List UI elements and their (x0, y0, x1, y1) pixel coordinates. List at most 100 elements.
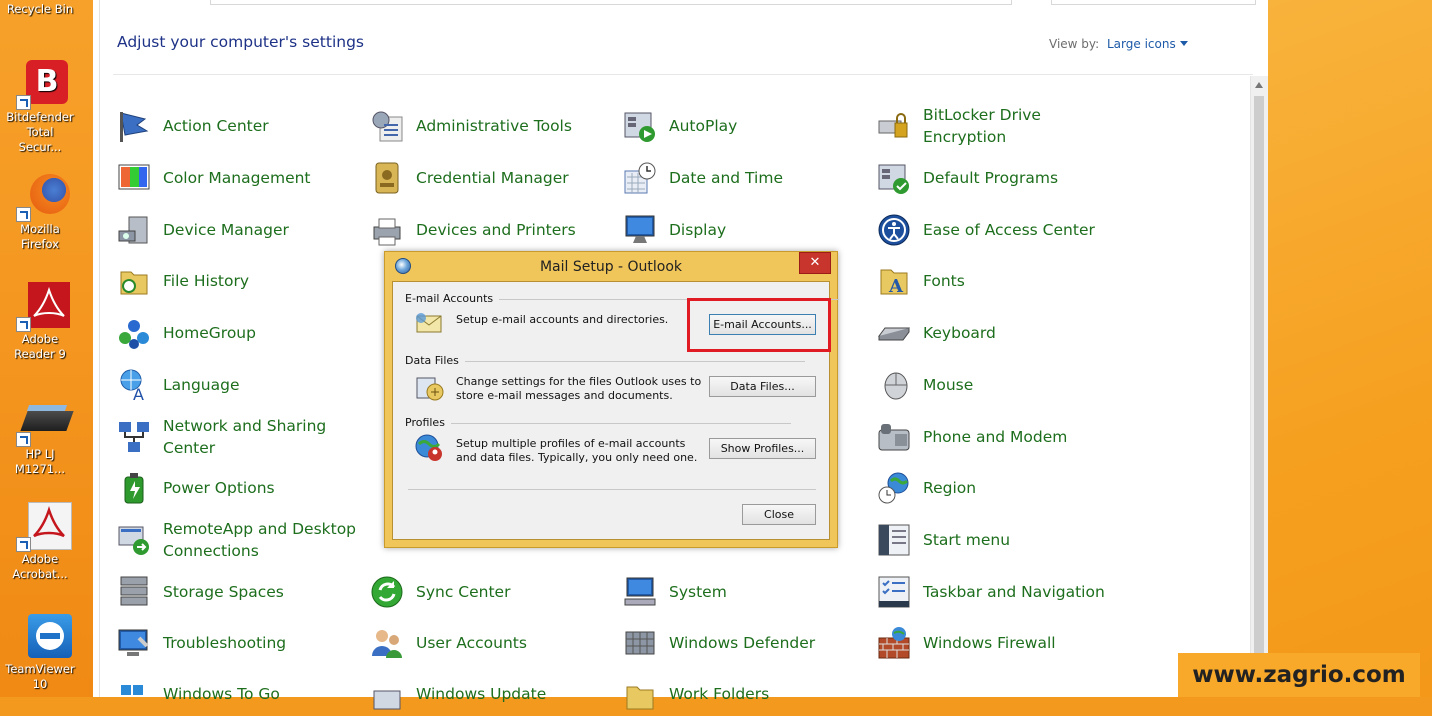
cp-item-label: File History (163, 272, 250, 290)
profiles-description: Setup multiple profiles of e-mail accoun… (456, 437, 698, 464)
desktop-icon-label: Adobe Reader 9 (14, 332, 66, 361)
data-files-description: Change settings for the files Outlook us… (456, 375, 702, 402)
cp-item-remoteapp[interactable]: RemoteApp and Desktop Connections (117, 518, 357, 562)
desktop-icon-bitdefender[interactable]: B Bitdefender Total Secur... (4, 60, 76, 155)
cp-item-label: AutoPlay (669, 117, 738, 135)
cp-item-power-options[interactable]: Power Options (117, 466, 357, 510)
dialog-titlebar[interactable]: Mail Setup - Outlook ✕ (385, 252, 837, 280)
cp-item-start-menu[interactable]: Start menu (877, 518, 1117, 562)
firewall-icon (877, 626, 911, 660)
desktop-left-area: Recycle Bin B Bitdefender Total Secur...… (0, 0, 93, 697)
desktop-icon-hp-scanner[interactable]: HP LJ M1271... (4, 397, 76, 477)
group-label-data-files: Data Files (405, 354, 805, 367)
cp-item-taskbar-navigation[interactable]: Taskbar and Navigation (877, 570, 1117, 614)
view-mode-value: Large icons (1107, 37, 1176, 51)
search-box[interactable] (1051, 0, 1256, 5)
desktop-icon-label: TeamViewer 10 (5, 662, 75, 691)
cp-item-region[interactable]: Region (877, 466, 1117, 510)
troubleshoot-icon (117, 626, 151, 660)
close-button[interactable]: Close (742, 504, 816, 525)
cp-item-label: Device Manager (163, 221, 289, 239)
vertical-scrollbar[interactable] (1250, 76, 1268, 697)
cp-item-label: Network and Sharing Center (163, 417, 327, 457)
keyboard-icon (877, 316, 911, 350)
cp-item-device-manager[interactable]: Device Manager (117, 208, 357, 252)
scroll-up-arrow-icon[interactable] (1255, 82, 1263, 88)
cp-item-phone-modem[interactable]: Phone and Modem (877, 415, 1117, 459)
cp-item-display[interactable]: Display (623, 208, 863, 252)
cp-item-label: HomeGroup (163, 324, 256, 342)
cp-item-windows-firewall[interactable]: Windows Firewall (877, 621, 1117, 665)
adobe-acrobat-icon (16, 502, 72, 552)
cp-item-autoplay[interactable]: AutoPlay (623, 104, 863, 148)
address-bar[interactable] (210, 0, 1012, 5)
cp-item-label: Phone and Modem (923, 428, 1068, 446)
cp-item-credential-manager[interactable]: Credential Manager (370, 156, 610, 200)
cp-item-fonts[interactable]: A Fonts (877, 259, 1117, 303)
cp-item-homegroup[interactable]: HomeGroup (117, 311, 357, 355)
cp-item-keyboard[interactable]: Keyboard (877, 311, 1117, 355)
cp-item-label: Storage Spaces (163, 583, 284, 601)
cp-item-date-time[interactable]: Date and Time (623, 156, 863, 200)
cp-item-label: Action Center (163, 117, 269, 135)
cp-item-windows-to-go[interactable]: Windows To Go (117, 672, 357, 716)
cp-item-work-folders[interactable]: Work Folders (623, 672, 863, 716)
battery-icon (117, 471, 151, 505)
cp-item-label: Default Programs (923, 169, 1059, 187)
desktop-icon-adobe-acrobat[interactable]: Adobe Acrobat... (4, 502, 76, 582)
cp-item-label: Administrative Tools (416, 117, 572, 135)
cp-item-storage-spaces[interactable]: Storage Spaces (117, 570, 357, 614)
desktop-icon-label: Mozilla Firefox (20, 222, 60, 251)
cp-item-label: Fonts (923, 272, 965, 290)
language-icon: A (117, 368, 151, 404)
dialog-close-icon[interactable]: ✕ (799, 252, 831, 274)
flag-icon (117, 109, 151, 143)
cp-item-system[interactable]: System (623, 570, 863, 614)
cp-item-label: Sync Center (416, 583, 511, 601)
cp-item-label: Windows Firewall (923, 634, 1056, 652)
window-border (99, 0, 100, 697)
desktop-icon-adobe-reader[interactable]: Adobe Reader 9 (4, 282, 76, 362)
scrollbar-thumb[interactable] (1254, 96, 1264, 694)
cp-item-devices-printers[interactable]: Devices and Printers (370, 208, 610, 252)
desktop-icon-recycle-bin[interactable]: Recycle Bin (4, 2, 76, 17)
chevron-down-icon (1179, 41, 1188, 46)
cp-item-color-management[interactable]: Color Management (117, 156, 357, 200)
windows-update-icon (370, 677, 404, 711)
desktop-icon-firefox[interactable]: Mozilla Firefox (4, 172, 76, 252)
profiles-icon (413, 432, 445, 464)
cp-item-label: Color Management (163, 169, 311, 187)
data-files-icon (413, 370, 445, 402)
desktop-icon-label: Bitdefender Total Secur... (6, 110, 74, 154)
firefox-icon (16, 172, 70, 222)
bitlocker-icon (877, 109, 911, 143)
bitdefender-icon: B (16, 60, 68, 110)
cp-item-windows-defender[interactable]: Windows Defender (623, 621, 863, 665)
cp-item-action-center[interactable]: Action Center (117, 104, 357, 148)
group-label-profiles: Profiles (405, 416, 791, 429)
cp-item-network-sharing[interactable]: Network and Sharing Center (117, 415, 357, 459)
cp-item-sync-center[interactable]: Sync Center (370, 570, 610, 614)
cp-item-administrative-tools[interactable]: Administrative Tools (370, 104, 610, 148)
cp-item-label: Ease of Access Center (923, 221, 1095, 239)
data-files-button[interactable]: Data Files... (709, 376, 816, 397)
sync-icon (370, 575, 404, 609)
hp-scanner-icon (16, 397, 74, 447)
cp-item-bitlocker[interactable]: BitLocker Drive Encryption (877, 104, 1117, 148)
cp-item-ease-of-access[interactable]: Ease of Access Center (877, 208, 1117, 252)
desktop-icon-teamviewer[interactable]: TeamViewer 10 (4, 612, 76, 692)
cp-item-windows-update[interactable]: Windows Update (370, 672, 610, 716)
dialog-title: Mail Setup - Outlook (539, 259, 683, 275)
cp-item-language[interactable]: A Language (117, 363, 357, 407)
cp-item-file-history[interactable]: File History (117, 259, 357, 303)
cp-item-label: Windows Update (416, 685, 547, 703)
cp-item-mouse[interactable]: Mouse (877, 363, 1117, 407)
view-mode-dropdown[interactable]: Large icons (1107, 37, 1188, 51)
network-icon (117, 420, 151, 454)
cp-item-label: Devices and Printers (416, 221, 576, 239)
cp-item-user-accounts[interactable]: User Accounts (370, 621, 610, 665)
show-profiles-button[interactable]: Show Profiles... (709, 438, 816, 459)
cp-item-default-programs[interactable]: Default Programs (877, 156, 1117, 200)
monitor-icon (623, 213, 657, 247)
cp-item-troubleshooting[interactable]: Troubleshooting (117, 621, 357, 665)
